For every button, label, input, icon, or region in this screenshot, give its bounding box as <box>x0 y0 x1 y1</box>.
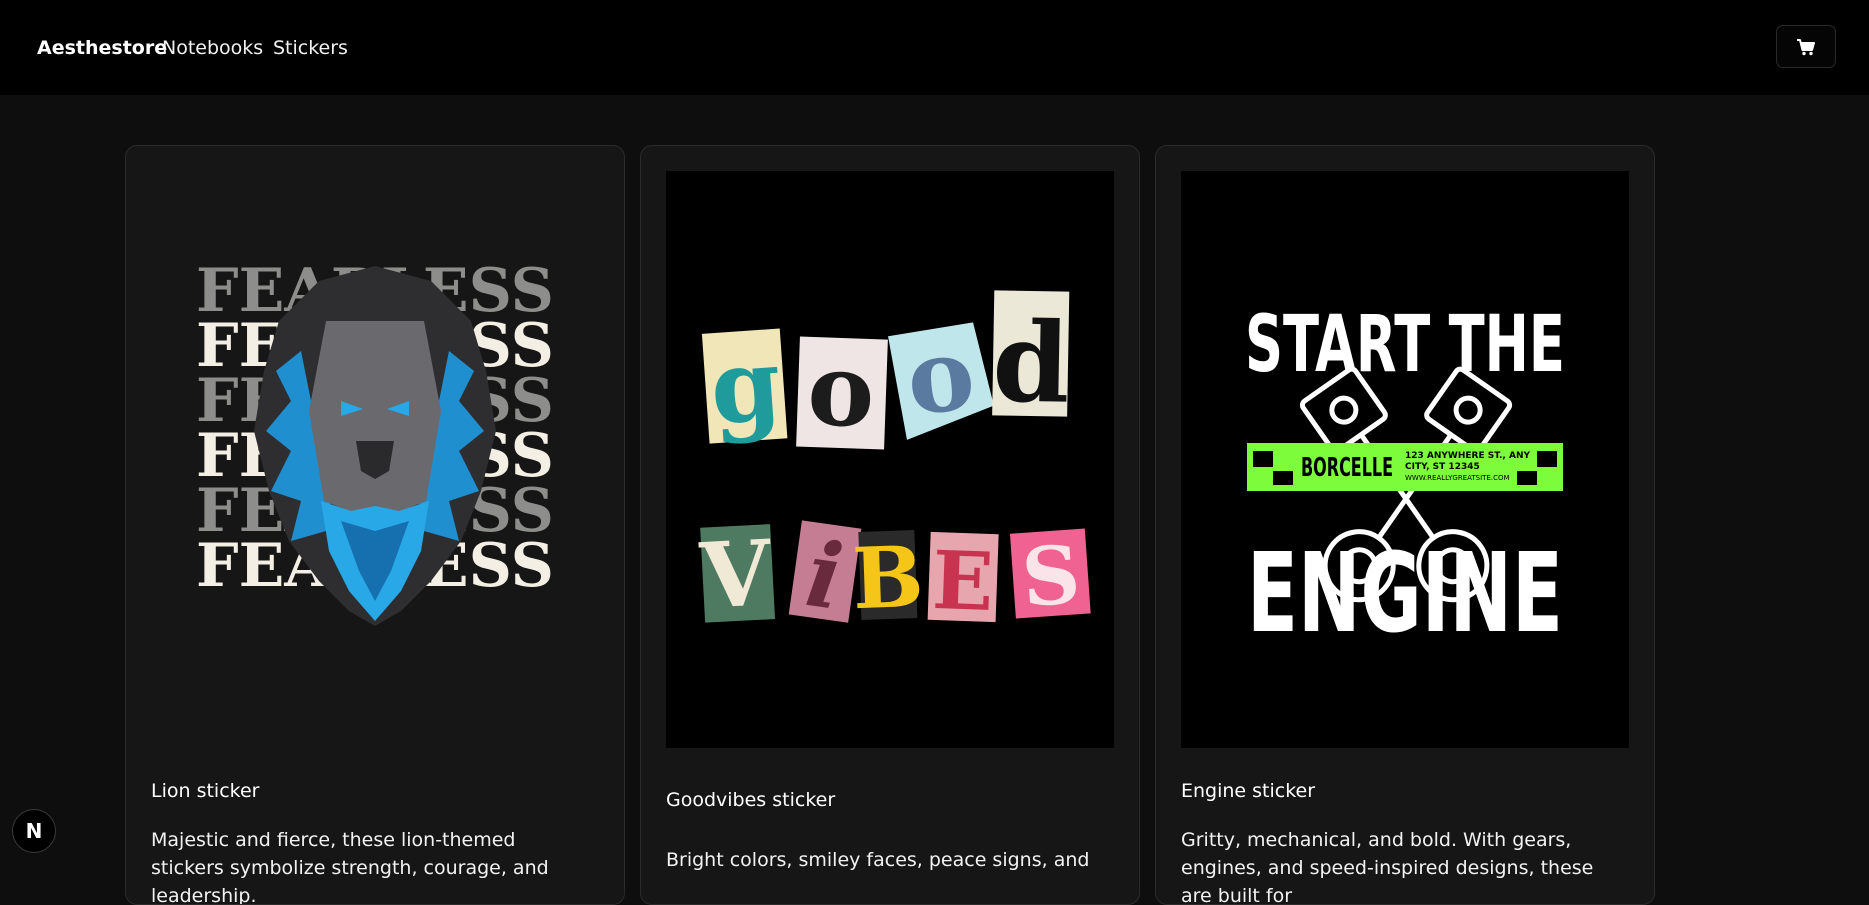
letter-S: S <box>1019 527 1083 625</box>
product-title[interactable]: Engine sticker <box>1181 780 1315 802</box>
letter-d: d <box>991 297 1070 427</box>
product-card-goodvibes[interactable]: g o o d V i B E S Goodvibes sticker Brig… <box>640 145 1140 905</box>
banner-address-2: CITY, ST 12345 <box>1405 462 1480 472</box>
letter-g: g <box>707 325 785 448</box>
product-card-engine[interactable]: START THE BORCELLE 123 ANYWHERE ST., ANY… <box>1155 145 1655 905</box>
banner-address-1: 123 ANYWHERE ST., ANY <box>1405 451 1530 461</box>
letter-v: V <box>697 520 775 630</box>
letter-E: E <box>931 533 995 629</box>
letter-o-1: o <box>806 330 877 450</box>
nextjs-logo-icon: N <box>25 819 43 843</box>
engine-headline-top: START THE <box>1245 300 1565 390</box>
brand-link[interactable]: Aesthestore <box>37 37 167 59</box>
product-card-lion[interactable]: FEARLESS FEARLESS FEARLESS FEARLESS FEAR… <box>125 145 625 905</box>
product-description: Gritty, mechanical, and bold. With gears… <box>1181 829 1594 905</box>
letter-B: B <box>851 527 925 628</box>
letter-o-2: o <box>901 314 980 438</box>
engine-headline-bottom: ENGINE <box>1247 529 1563 657</box>
top-navbar: Aesthestore Notebooks Stickers <box>0 0 1869 95</box>
product-description: Bright colors, smiley faces, peace signs… <box>666 849 1090 871</box>
nav-link-notebooks[interactable]: Notebooks <box>162 37 263 59</box>
nextjs-dev-badge[interactable]: N <box>12 809 56 853</box>
banner-website: WWW.REALLYGREATSITE.COM <box>1405 474 1510 482</box>
product-title[interactable]: Lion sticker <box>151 780 259 802</box>
cart-button[interactable] <box>1776 25 1836 68</box>
lion-sticker-image: FEARLESS FEARLESS FEARLESS FEARLESS FEAR… <box>151 171 599 748</box>
engine-sticker-image: START THE BORCELLE 123 ANYWHERE ST., ANY… <box>1181 171 1629 748</box>
product-description: Majestic and fierce, these lion-themed s… <box>151 829 549 905</box>
goodvibes-sticker-image: g o o d V i B E S <box>666 171 1114 748</box>
product-title[interactable]: Goodvibes sticker <box>666 789 835 811</box>
nav-link-stickers[interactable]: Stickers <box>273 37 348 59</box>
banner-brand: BORCELLE <box>1301 453 1393 483</box>
shopping-cart-icon <box>1797 38 1815 55</box>
